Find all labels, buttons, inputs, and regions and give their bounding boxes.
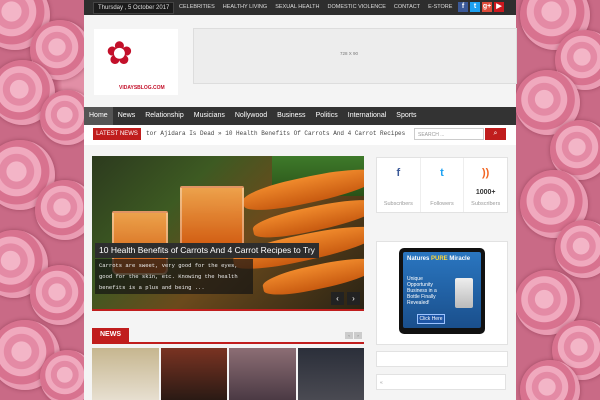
news-prev-button[interactable]: ‹ — [345, 332, 353, 339]
latest-news-label: Latest News — [93, 128, 141, 140]
nav-item-nollywood[interactable]: Nollywood — [230, 107, 272, 125]
nav-item-musicians[interactable]: Musicians — [189, 107, 230, 125]
top-link-celebrities[interactable]: Celebrities — [179, 0, 215, 15]
main-nav: Home News Relationship Musicians Nollywo… — [84, 107, 516, 125]
site-logo[interactable]: ✿ VIDAYSBLOG.COM — [94, 29, 178, 95]
nav-item-news[interactable]: News — [113, 107, 141, 125]
nav-item-business[interactable]: Business — [272, 107, 310, 125]
top-link-healthy-living[interactable]: Healthy Living — [223, 0, 267, 15]
news-next-button[interactable]: › — [354, 332, 362, 339]
youtube-icon[interactable]: ▶ — [494, 2, 504, 12]
top-links: Celebrities Healthy Living Sexual Health… — [179, 0, 460, 15]
news-pager: ‹ › — [345, 332, 362, 339]
slide-description: Carrots are sweet, very good for the eye… — [95, 259, 253, 294]
facebook-label: Subscribers — [383, 201, 413, 207]
slide-title[interactable]: 10 Health Benefits of Carrots And 4 Carr… — [95, 243, 319, 258]
sidebar-widget — [376, 351, 508, 367]
ad-body: Unique Opportunity Business in a Bottle … — [407, 276, 437, 306]
facebook-icon[interactable]: f — [458, 2, 468, 12]
news-section-header: News ‹ › — [92, 328, 364, 344]
ticker-text[interactable]: tor Ajidara Is Dead » 10 Health Benefits… — [146, 128, 405, 140]
site-header: ✿ VIDAYSBLOG.COM 728 X 90 — [84, 15, 517, 107]
social-icons: f t g+ ▶ — [458, 2, 504, 12]
slider-next-button[interactable]: › — [347, 292, 360, 305]
search-icon: ⌕ — [493, 130, 498, 137]
slider-prev-button[interactable]: ‹ — [331, 292, 344, 305]
ad-cta-button[interactable]: Click Here — [417, 314, 445, 324]
search-input[interactable]: SEARCH ... — [414, 128, 484, 140]
sidebar-ad[interactable]: Natures PURE Miracle Unique Opportunity … — [376, 241, 508, 345]
slider-accent-bar — [92, 309, 364, 311]
news-thumbnail[interactable] — [92, 348, 159, 400]
news-thumbnail[interactable] — [160, 348, 227, 400]
search-button[interactable]: ⌕ — [485, 128, 506, 140]
news-ticker: Latest News tor Ajidara Is Dead » 10 Hea… — [84, 125, 516, 145]
twitter-counter[interactable]: t Followers — [421, 158, 465, 212]
nav-item-politics[interactable]: Politics — [311, 107, 343, 125]
top-link-domestic-violence[interactable]: Domestic Violence — [328, 0, 386, 15]
top-link-sexual-health[interactable]: Sexual Health — [275, 0, 319, 15]
facebook-counter[interactable]: f Subscribers — [377, 158, 421, 212]
top-link-contact[interactable]: Contact — [394, 0, 420, 15]
tablet-image: Natures PURE Miracle Unique Opportunity … — [399, 248, 485, 334]
bottle-image — [455, 278, 473, 308]
social-counters: f Subscribers t Followers )) 1000+ Subsc… — [376, 157, 508, 213]
top-bar: Thursday , 5 October 2017 Celebrities He… — [84, 0, 516, 15]
rss-icon: )) — [482, 167, 490, 179]
nav-item-relationship[interactable]: Relationship — [140, 107, 189, 125]
rss-counter[interactable]: )) 1000+ Subscribers — [464, 158, 507, 212]
rose-icon: ✿ — [106, 35, 133, 71]
ad-title: Natures PURE Miracle — [407, 256, 471, 262]
news-thumbnails — [92, 348, 364, 400]
google-plus-icon[interactable]: g+ — [482, 2, 492, 12]
top-link-estore[interactable]: E-Store — [428, 0, 452, 15]
nav-item-sports[interactable]: Sports — [391, 107, 421, 125]
tablet-screen: Natures PURE Miracle Unique Opportunity … — [403, 252, 481, 328]
news-thumbnail[interactable] — [229, 348, 296, 400]
logo-text: VIDAYSBLOG.COM — [119, 85, 165, 91]
twitter-icon: t — [440, 167, 444, 179]
slide-image-glass — [180, 186, 244, 250]
nav-item-international[interactable]: International — [343, 107, 392, 125]
rss-count: 1000+ — [475, 189, 496, 196]
nav-item-home[interactable]: Home — [84, 107, 113, 125]
news-thumbnail[interactable] — [297, 348, 364, 400]
sidebar-widget-2: « — [376, 374, 506, 390]
facebook-icon: f — [396, 167, 401, 179]
twitter-icon[interactable]: t — [470, 2, 480, 12]
twitter-label: Followers — [430, 201, 454, 207]
news-section-title[interactable]: News — [92, 328, 129, 342]
header-ad-banner[interactable]: 728 X 90 — [193, 28, 517, 84]
date-display: Thursday , 5 October 2017 — [93, 2, 175, 14]
rss-label: Subscribers — [471, 201, 501, 207]
ad-size-label: 728 X 90 — [340, 51, 359, 56]
